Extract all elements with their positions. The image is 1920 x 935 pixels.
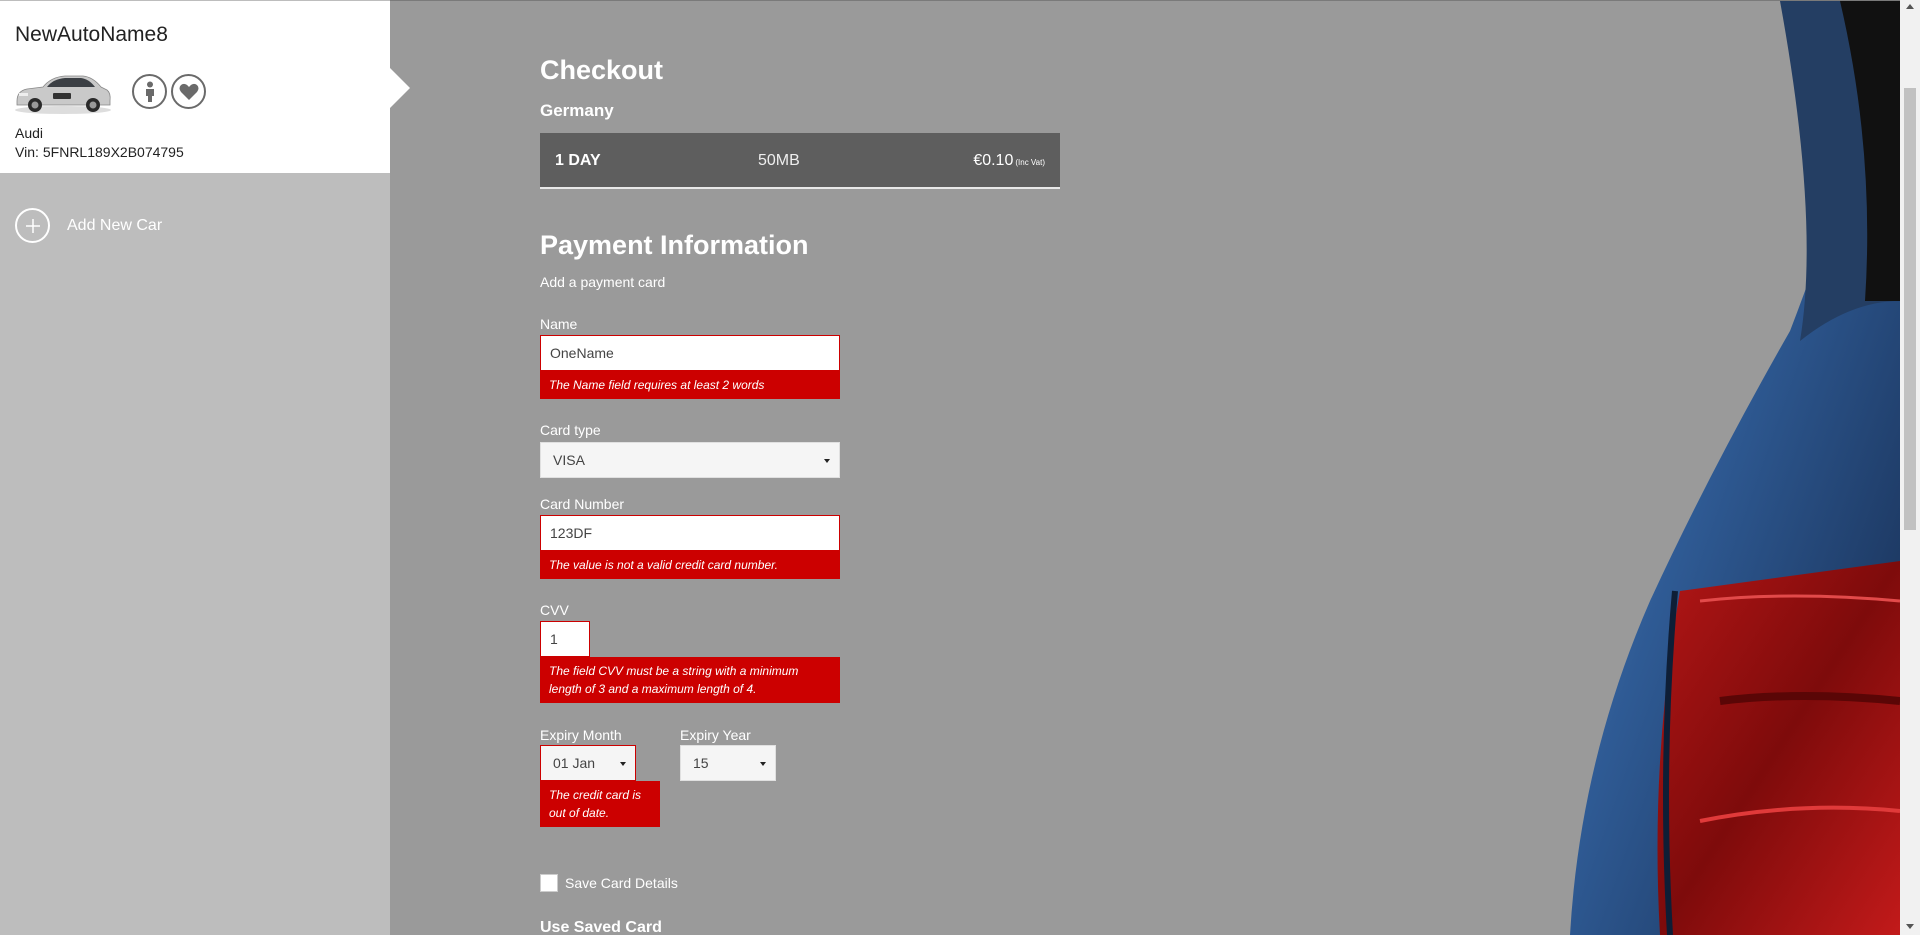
plan-duration: 1 DAY (555, 152, 601, 169)
card-type-value: VISA (553, 452, 585, 468)
cvv-label: CVV (540, 602, 569, 618)
checkout-title: Checkout (540, 55, 664, 85)
plan-price: €0.10 (Inc Vat) (973, 152, 1045, 170)
use-saved-card-title: Use Saved Card (540, 919, 662, 935)
scroll-up-icon[interactable] (1906, 4, 1914, 9)
cvv-error: The field CVV must be a string with a mi… (540, 657, 840, 703)
name-label: Name (540, 316, 578, 332)
expiry-year-label: Expiry Year (680, 727, 751, 743)
vin-label: Vin: (15, 144, 39, 160)
cvv-field[interactable] (540, 621, 590, 657)
plan-data-amount: 50MB (758, 152, 800, 169)
person-icon (145, 81, 154, 102)
favorite-icon[interactable] (171, 74, 206, 109)
car-card[interactable]: NewAutoName8 Audi Vin: 5FNRL189X2B074795 (0, 1, 410, 173)
chevron-down-icon (620, 762, 626, 766)
plan-vat-note: (Inc Vat) (1015, 158, 1045, 167)
scroll-down-icon[interactable] (1906, 924, 1914, 929)
driver-icon[interactable] (132, 74, 167, 109)
car-vin: Vin: 5FNRL189X2B074795 (15, 144, 184, 160)
payment-title: Payment Information (540, 230, 809, 260)
expiry-month-select[interactable]: 01 Jan (540, 745, 636, 781)
scroll-thumb[interactable] (1904, 88, 1916, 530)
checkbox-box[interactable] (540, 874, 558, 892)
country-name: Germany (540, 101, 614, 120)
name-error: The Name field requires at least 2 words (540, 371, 840, 399)
plus-icon (15, 208, 50, 243)
add-new-car-label: Add New Car (67, 216, 163, 234)
car-make: Audi (15, 125, 44, 141)
payment-subtitle: Add a payment card (540, 274, 666, 290)
expiry-year-select[interactable]: 15 (680, 745, 776, 781)
expiry-month-value: 01 Jan (553, 755, 596, 771)
car-name: NewAutoName8 (15, 23, 168, 46)
save-card-label: Save Card Details (565, 875, 678, 891)
expiry-month-label: Expiry Month (540, 727, 622, 743)
expiry-month-error: The credit card is out of date. (540, 781, 660, 827)
chevron-down-icon (824, 459, 830, 463)
page-scrollbar[interactable] (1900, 0, 1920, 935)
expiry-year-value: 15 (693, 755, 709, 771)
card-type-label: Card type (540, 422, 601, 438)
selected-plan: 1 DAY 50MB €0.10 (Inc Vat) (540, 133, 1060, 189)
car-thumbnail (15, 75, 111, 114)
vin-value: 5FNRL189X2B074795 (42, 144, 184, 160)
card-number-label: Card Number (540, 496, 625, 512)
save-card-checkbox[interactable]: Save Card Details (540, 874, 678, 892)
sidebar: NewAutoName8 Audi Vin:5FNRL189X2B074795 (0, 0, 410, 935)
heart-icon (179, 83, 198, 100)
name-field[interactable] (540, 335, 840, 371)
card-type-select[interactable]: VISA (540, 442, 840, 478)
add-new-car-button[interactable]: Add New Car (15, 208, 162, 243)
hero-car-image (1570, 1, 1900, 935)
card-number-field[interactable] (540, 515, 840, 551)
card-number-error: The value is not a valid credit card num… (540, 551, 840, 579)
plan-price-value: €0.10 (973, 152, 1014, 169)
chevron-down-icon (760, 762, 766, 766)
